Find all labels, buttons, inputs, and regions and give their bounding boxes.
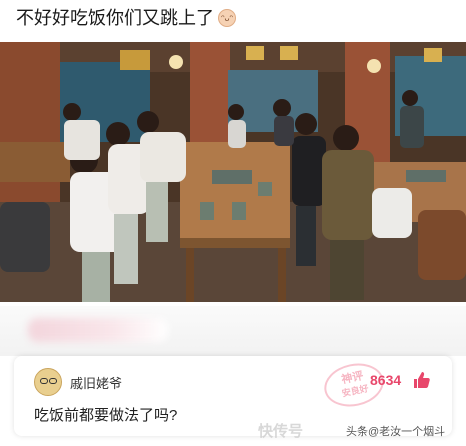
glasses-icon	[49, 378, 57, 384]
blurred-text	[28, 318, 168, 342]
post-title-text: 不好好吃饭你们又跳上了	[16, 8, 214, 28]
smile-emoji-icon: ᵔᴗᵔ	[218, 9, 236, 27]
comment-text: 吃饭前都要做法了吗?	[34, 407, 178, 424]
glasses-icon	[40, 378, 48, 384]
like-count: 8634	[370, 372, 402, 388]
post-title: 不好好吃饭你们又跳上了 ᵔᴗᵔ	[16, 6, 236, 30]
watermark-right: 头条@老汝一个烟斗	[346, 426, 446, 438]
watermark-left: 快传号	[258, 423, 304, 440]
restaurant-dance-photo	[0, 42, 466, 302]
user-avatar[interactable]	[34, 368, 62, 396]
thumbs-up-icon[interactable]	[412, 370, 432, 390]
post-photo[interactable]	[0, 42, 466, 302]
comment-username[interactable]: 戚旧姥爷	[70, 373, 122, 392]
